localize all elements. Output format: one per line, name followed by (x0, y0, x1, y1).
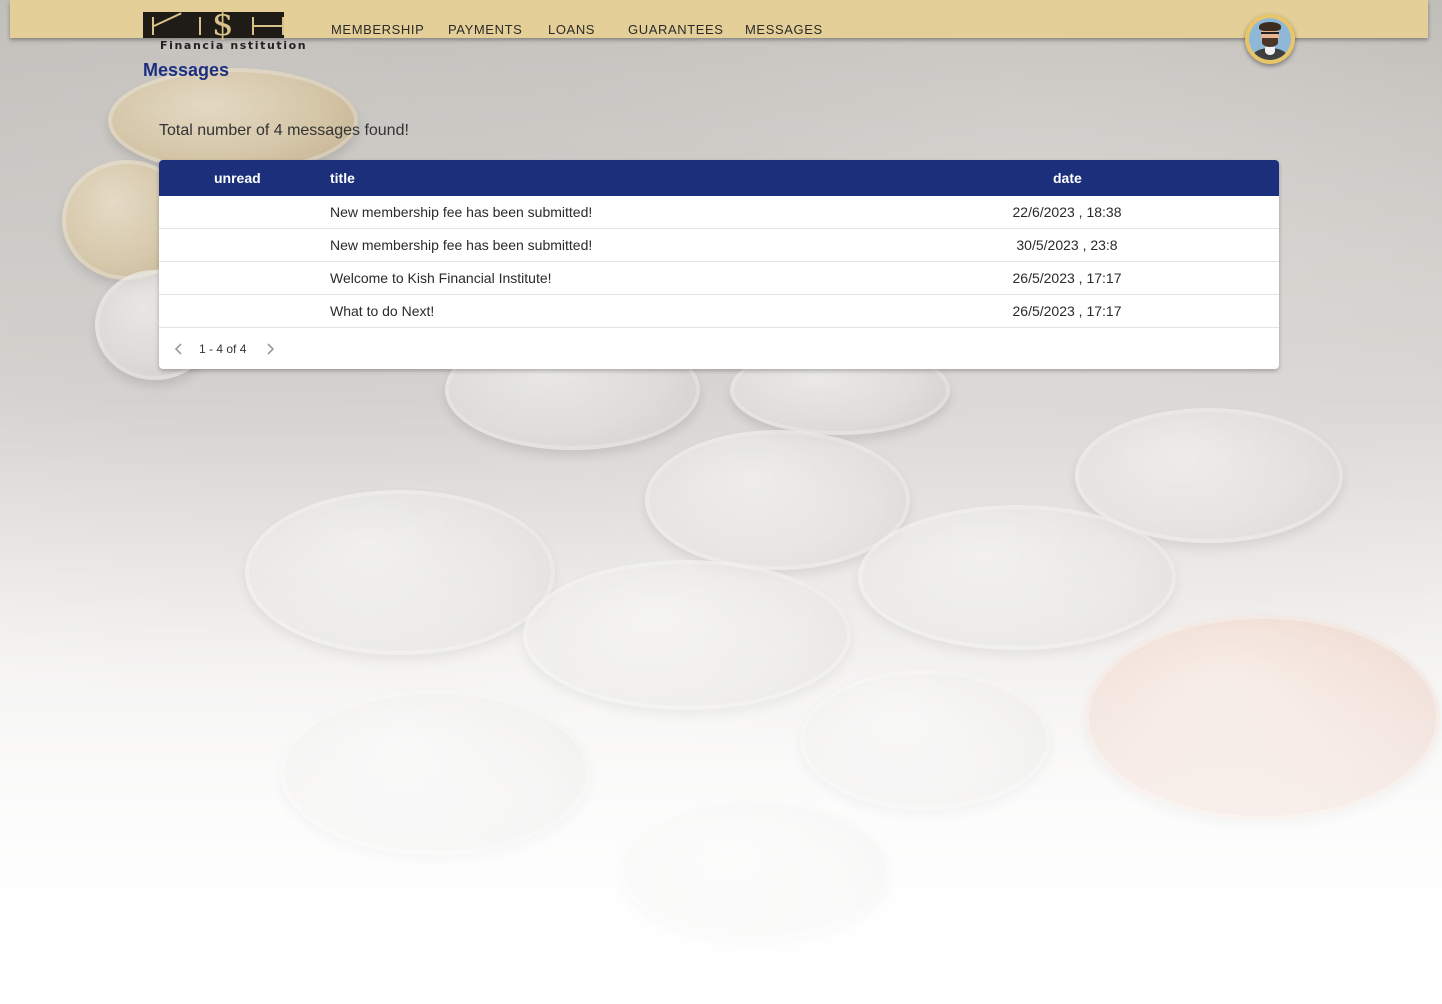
cell-date: 22/6/2023 , 18:38 (1012, 204, 1122, 220)
cell-title: What to do Next! (330, 303, 435, 319)
table-row[interactable]: What to do Next! 26/5/2023 , 17:17 (159, 295, 1279, 328)
column-header-date[interactable]: date (1053, 170, 1082, 186)
chevron-right-icon[interactable] (260, 339, 280, 359)
messages-count-text: Total number of 4 messages found! (159, 122, 409, 139)
brand-logo[interactable]: $ Financia nstitution (143, 7, 306, 52)
logo-text: Financia nstitution (160, 39, 308, 52)
pagination-range: 1 - 4 of 4 (199, 342, 247, 356)
cell-title: New membership fee has been submitted! (330, 204, 593, 220)
user-avatar[interactable] (1245, 14, 1295, 64)
table-row[interactable]: New membership fee has been submitted! 2… (159, 196, 1279, 229)
nav-loans[interactable]: LOANS (548, 22, 595, 37)
dollar-icon: $ (212, 4, 234, 44)
column-header-title[interactable]: title (330, 170, 355, 186)
cell-date: 26/5/2023 , 17:17 (1012, 303, 1122, 319)
cell-date: 30/5/2023 , 23:8 (1016, 237, 1118, 253)
table-header: unread title date (159, 160, 1279, 196)
table-row[interactable]: Welcome to Kish Financial Institute! 26/… (159, 262, 1279, 295)
column-header-unread[interactable]: unread (214, 170, 261, 186)
table-pagination: 1 - 4 of 4 (159, 330, 1279, 369)
logo-mark: $ (143, 7, 284, 41)
cell-title: New membership fee has been submitted! (330, 237, 593, 253)
avatar-photo (1249, 18, 1291, 60)
cell-title: Welcome to Kish Financial Institute! (330, 270, 552, 286)
table-row[interactable]: New membership fee has been submitted! 3… (159, 229, 1279, 262)
page-title: Messages (143, 60, 230, 80)
nav-guarantees[interactable]: GUARANTEES (628, 22, 724, 37)
nav-membership[interactable]: MEMBERSHIP (331, 22, 424, 37)
nav-messages[interactable]: MESSAGES (745, 22, 823, 37)
cell-date: 26/5/2023 , 17:17 (1012, 270, 1122, 286)
top-navbar: $ Financia nstitution MEMBERSHIP PAYMENT… (10, 0, 1428, 52)
chevron-left-icon[interactable] (169, 339, 189, 359)
messages-table: unread title date New membership fee has… (159, 160, 1279, 369)
background-image (0, 0, 1442, 1004)
nav-payments[interactable]: PAYMENTS (448, 22, 522, 37)
